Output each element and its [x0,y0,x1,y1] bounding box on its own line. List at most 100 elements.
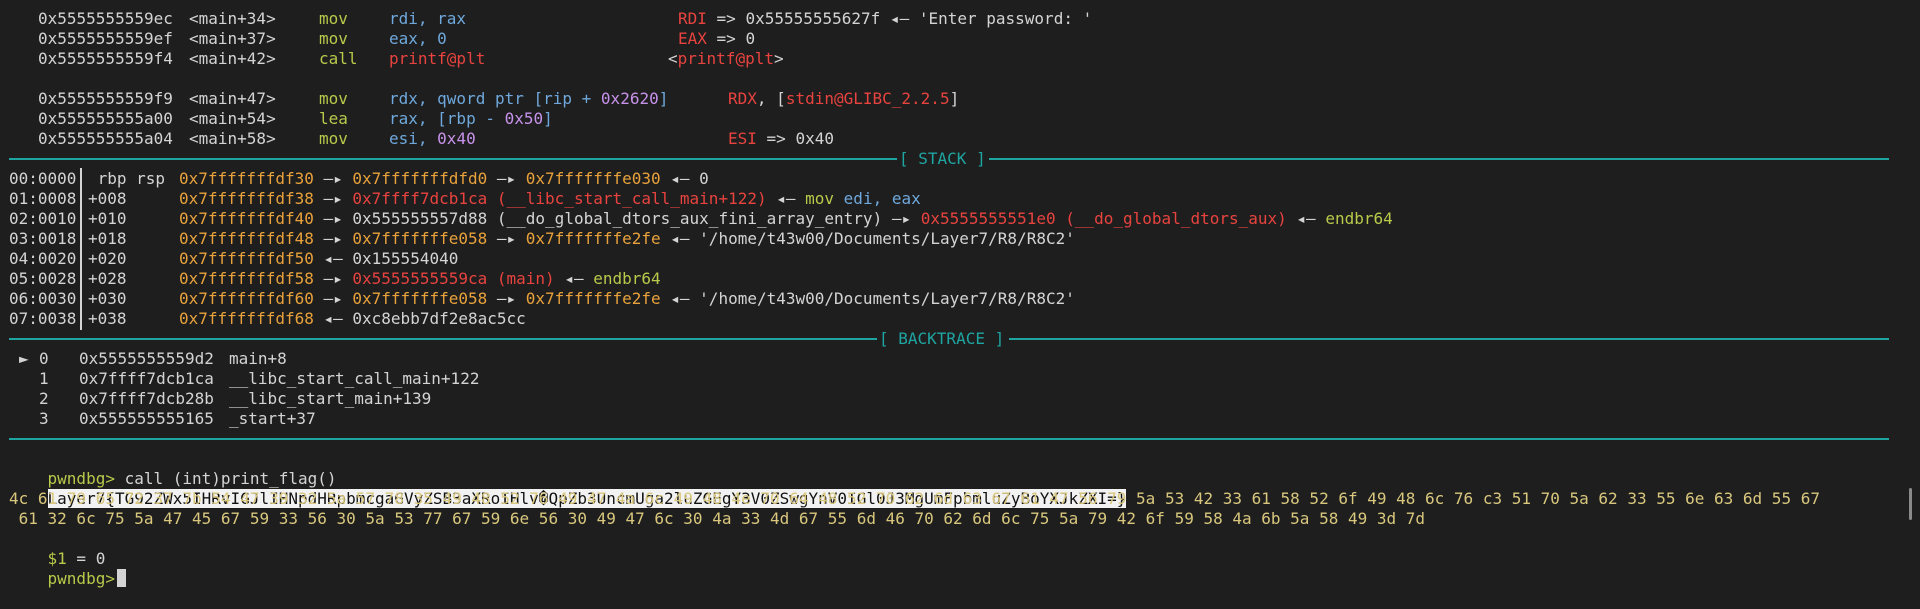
text-segment: 0x7fffffffdf58 [179,269,314,288]
disasm-mnemonic: mov [319,89,348,108]
text-segment: —▸ [487,289,526,308]
text-segment: 0x7fffffffdf38 [179,189,314,208]
input-line[interactable]: pwndbg> [9,549,126,588]
hex-dump-line: 61 32 6c 75 5a 47 45 67 59 33 56 30 5a 5… [9,509,1426,528]
text-segment: 0x7fffffffdf30 [179,169,314,188]
disasm-mnemonic: mov [319,9,348,28]
stack-offset: +030 [88,289,127,308]
text-segment: —▸ [313,269,353,288]
text-segment: ESI [728,129,757,148]
disasm-mnemonic: mov [319,29,348,48]
text-segment: 0x50 [504,109,544,128]
stack-row: 01:0008 +008 0x7fffffffdf38 —▸ 0x7ffff7d… [9,189,921,209]
disasm-operands: rdi, rax [389,9,466,29]
gdb-prompt: pwndbg> [47,569,115,588]
stack-row: 03:0018 +018 0x7fffffffdf48 —▸ 0x7ffffff… [9,229,1075,249]
stack-offset: rbp rsp [88,169,166,188]
disasm-line: 0x5555555559f9 <main+47> mov rdx, qword … [38,89,959,109]
command-line[interactable]: pwndbg> call (int)print_flag() [9,449,337,488]
disasm-line: 0x5555555559ec <main+34> mov rdi, rax RD… [38,9,1092,29]
stack-row: 04:0020 +020 0x7fffffffdf50 ◂— 0x1555540… [9,249,458,269]
text-segment: rax, [rbp - [389,109,505,128]
text-segment: 0x7fffffffdf50 [179,249,314,268]
stack-row: 00:0000 rbp rsp 0x7fffffffdf30 —▸ 0x7fff… [9,169,709,189]
disasm-symbol: <main+42> [189,49,276,68]
stack-value: 0x7fffffffdf38 —▸ 0x7ffff7dcb1ca (__libc… [179,189,921,209]
text-segment: => 0x40 [756,129,834,148]
disasm-address: 0x555555555a04 [38,129,173,148]
text-segment: RDX [728,89,757,108]
text-segment: ] [658,89,669,108]
stack-offset: +008 [88,189,127,208]
stack-row: 02:0010 +010 0x7fffffffdf40 —▸ 0x5555555… [9,209,1393,229]
text-segment: mov [805,189,844,208]
text-segment: > [773,49,784,68]
disasm-address: 0x5555555559ef [38,29,173,48]
backtrace-frame[interactable]: 2 0x7ffff7dcb28b __libc_start_main+139 [19,389,431,409]
bottom-section-divider [9,429,1889,449]
stack-row: 05:0028 +028 0x7fffffffdf58 —▸ 0x5555555… [9,269,661,289]
text-segment: ◂— [766,189,806,208]
divider-rule [9,158,897,160]
disasm-line: 0x5555555559f4 <main+42> call printf@plt… [38,49,784,69]
text-segment: ] [543,109,553,128]
divider-rule [9,438,1889,440]
frame-marker [19,369,29,389]
disasm-address: 0x5555555559f4 [38,49,173,68]
stack-index: 01:0008 [9,189,77,208]
text-segment: 0x40 [437,129,476,148]
current-frame-marker-icon: ► [19,349,29,368]
disasm-address: 0x5555555559ec [38,9,173,28]
disasm-symbol: <main+58> [189,129,276,148]
stack-index: 04:0020 [9,249,77,268]
text-segment: 0x7fffffffe058 [352,229,488,248]
backtrace-frame[interactable]: 1 0x7ffff7dcb1ca __libc_start_call_main+… [19,369,479,389]
frame-symbol: __libc_start_call_main+122 [229,369,480,388]
text-segment: endbr64 [1325,209,1393,228]
text-segment: 0x5555555551e0 (__do_global_dtors_aux) [920,209,1287,228]
disasm-annotation: EAX => 0 [678,29,755,49]
terminal-window[interactable]: 0x5555555559ec <main+34> mov rdi, rax RD… [0,0,1920,597]
stack-index: 05:0028 [9,269,77,288]
backtrace-frame[interactable]: ► 0 0x5555555559d2 main+8 [19,349,287,369]
backtrace-frame[interactable]: 3 0x555555555165 _start+37 [19,409,316,429]
text-segment: —▸ [313,169,353,188]
stack-index: 03:0018 [9,229,77,248]
disasm-operands: rdx, qword ptr [rip + 0x2620] [389,89,668,109]
disasm-mnemonic: call [319,49,358,68]
stack-offset: +010 [88,209,127,228]
frame-address: 0x7ffff7dcb28b [79,389,214,408]
text-segment: ◂— 0xc8ebb7df2e8ac5cc [313,309,526,328]
stack-offset: +020 [88,249,127,268]
text-segment: ◂— [1286,209,1326,228]
text-segment: EAX [678,29,707,48]
stack-index: 02:0010 [9,209,77,228]
frame-number: 1 [39,369,49,388]
disasm-operands: printf@plt [389,49,485,69]
text-segment: , [ [756,89,786,108]
text-segment: 0x7fffffffdf40 [179,209,314,228]
text-segment: esi, [389,129,438,148]
text-segment: 0x7fffffffdf48 [179,229,314,248]
text-segment: 0x7fffffffdf60 [179,289,314,308]
text-segment: —▸ [313,229,353,248]
text-cursor [116,569,126,587]
backtrace-section-title: [ BACKTRACE ] [879,329,1005,348]
text-segment: printf@plt [389,49,486,68]
divider-rule [1009,338,1889,340]
stack-value: 0x7fffffffdf48 —▸ 0x7fffffffe058 —▸ 0x7f… [179,229,1075,249]
stack-value: 0x7fffffffdf30 —▸ 0x7fffffffdfd0 —▸ 0x7f… [179,169,709,189]
scrollbar[interactable] [1909,488,1912,520]
disasm-symbol: <main+47> [189,89,276,108]
text-segment: 0x2620 [600,89,659,108]
disasm-line: 0x5555555559ef <main+37> mov eax, 0 EAX … [38,29,755,49]
frame-symbol: _start+37 [229,409,316,428]
stack-offset: +028 [88,269,127,288]
disasm-operands: esi, 0x40 [389,129,476,149]
stack-offset: +038 [88,309,127,328]
text-segment: ◂— 0 [660,169,709,188]
disasm-symbol: <main+37> [189,29,276,48]
text-segment: => 0 [706,29,756,48]
text-segment: 0x7fffffffe058 [352,289,488,308]
text-segment: edi, eax [843,189,921,208]
